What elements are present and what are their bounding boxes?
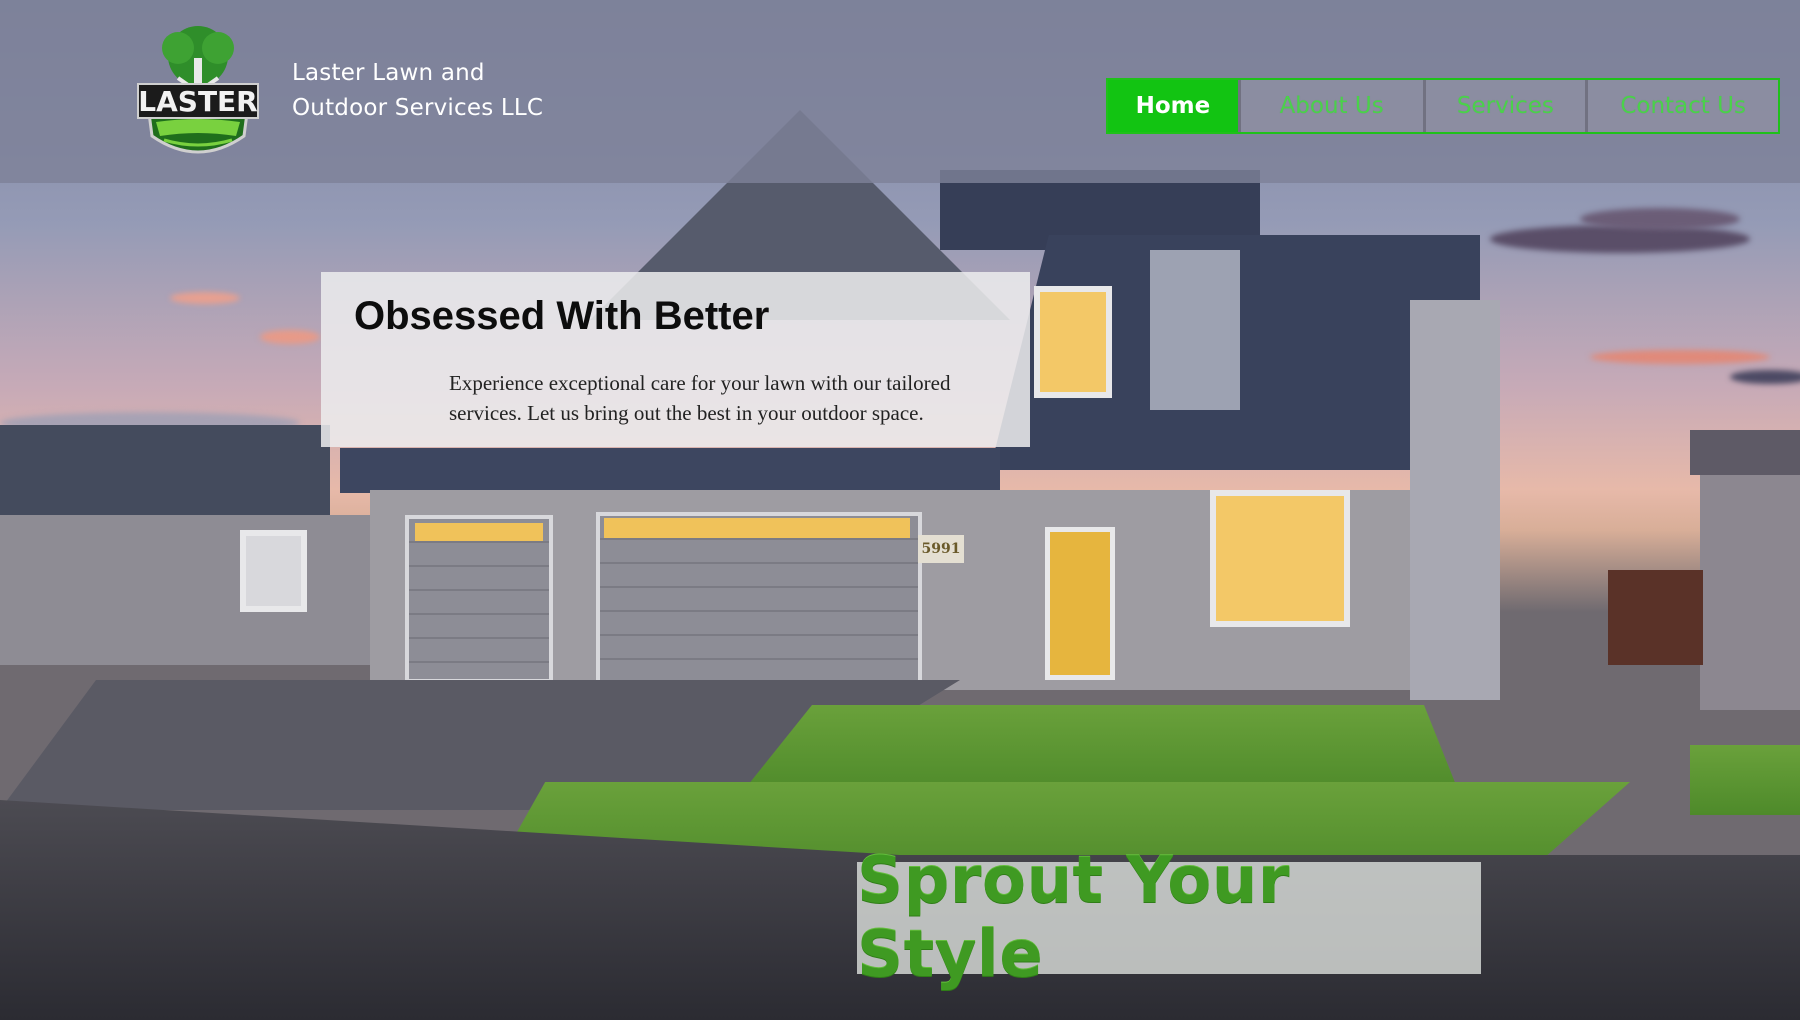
brand-name-line2: Outdoor Services LLC xyxy=(292,95,544,121)
hero-card: Obsessed With Better Experience exceptio… xyxy=(321,272,1030,447)
nav-contact-us[interactable]: Contact Us xyxy=(1585,80,1778,132)
nav-home[interactable]: Home xyxy=(1108,80,1238,132)
nav-about-us[interactable]: About Us xyxy=(1237,80,1423,132)
hero-description: Experience exceptional care for your law… xyxy=(449,371,951,425)
logo-text: LASTER xyxy=(138,85,257,118)
nav-services[interactable]: Services xyxy=(1422,80,1586,132)
main-nav: Home About Us Services Contact Us xyxy=(1106,78,1780,134)
brand-name-line1: Laster Lawn and xyxy=(292,60,485,86)
slogan-banner: Sprout Your Style xyxy=(857,844,1481,992)
slogan-text: Sprout Your Style xyxy=(857,844,1290,992)
tree-shield-logo-icon[interactable]: LASTER xyxy=(132,18,264,162)
hero-title: Obsessed With Better xyxy=(354,294,770,338)
house-number: 5991 xyxy=(918,535,964,563)
site-header: LASTER Laster Lawn and Outdoor Services … xyxy=(0,0,1800,183)
brand-name[interactable]: Laster Lawn and Outdoor Services LLC xyxy=(292,56,543,126)
